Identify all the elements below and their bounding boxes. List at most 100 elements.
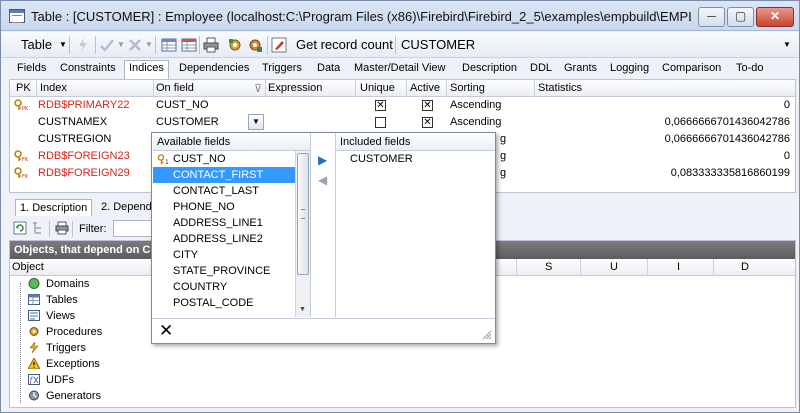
cancel-close-icon[interactable]: ✕ (159, 321, 173, 341)
tab-triggers[interactable]: Triggers (262, 62, 302, 74)
index-statistics: 0 (783, 150, 790, 162)
rollback-cross-icon[interactable] (127, 37, 143, 53)
available-fields-scrollbar[interactable]: ▼ (295, 151, 310, 317)
resize-grip-icon[interactable] (482, 330, 492, 340)
minimize-button[interactable]: ─ (698, 7, 725, 27)
tab-fields[interactable]: Fields (17, 62, 46, 74)
index-sorting: Ascending (450, 116, 502, 128)
toolbar-separator (267, 36, 268, 54)
included-fields-header: Included fields (336, 133, 495, 151)
primary-key-icon: 1 (157, 154, 169, 165)
column-header-d[interactable]: D (741, 261, 749, 273)
column-header-u[interactable]: U (610, 261, 618, 273)
column-header-sorting[interactable]: Sorting (450, 82, 485, 94)
tab-to-do[interactable]: To-do (736, 62, 764, 74)
active-checkbox[interactable]: ✕ (422, 117, 433, 128)
tab-constraints[interactable]: Constraints (60, 62, 116, 74)
scroll-down-arrow-icon[interactable]: ▼ (299, 306, 306, 313)
column-header-s[interactable]: S (545, 261, 552, 273)
filter-label: Filter: (79, 223, 107, 235)
available-field-item[interactable]: PHONE_NO (153, 199, 296, 215)
commit-check-icon[interactable] (99, 37, 115, 53)
column-header-index[interactable]: Index (40, 82, 67, 94)
filter-funnel-icon[interactable]: ⊽ (254, 82, 262, 95)
maximize-button[interactable]: ▢ (727, 7, 754, 27)
column-header-active[interactable]: Active (410, 82, 440, 94)
index-row[interactable]: PK RDB$PRIMARY22 CUST_NO ✕ ✕ Ascending 0 (10, 97, 795, 114)
index-statistics: 0,083333335816860199 (670, 167, 790, 179)
available-field-item[interactable]: ADDRESS_LINE2 (153, 231, 296, 247)
index-row[interactable]: CUSTNAMEX CUSTOMER ▼ ✕ Ascending 0,06666… (10, 114, 795, 131)
available-field-item[interactable]: CITY (153, 247, 296, 263)
unique-checkbox[interactable] (375, 117, 386, 128)
tab-ddl[interactable]: DDL (530, 62, 552, 74)
tab-dependencies[interactable]: Dependencies (179, 62, 249, 74)
print-icon[interactable] (55, 221, 69, 235)
index-sorting: g (500, 133, 507, 145)
toolbar-overflow-chevron-icon[interactable]: ▼ (783, 36, 791, 54)
tree-view-icon[interactable] (31, 221, 45, 235)
move-right-arrow-icon[interactable]: ▶ (318, 153, 327, 167)
available-field-item[interactable]: 1 CUST_NO (153, 151, 296, 167)
available-field-item[interactable]: POSTAL_CODE (153, 295, 296, 311)
table-red-icon[interactable] (181, 37, 197, 53)
grid-icon[interactable] (161, 37, 177, 53)
printer-icon[interactable] (203, 37, 219, 53)
foreign-key-icon: FK (14, 167, 28, 179)
edit-pencil-icon[interactable] (271, 37, 287, 53)
get-record-count-button[interactable]: Get record count (296, 36, 393, 54)
available-fields-header: Available fields (153, 133, 310, 151)
rollback-chevron-down-icon[interactable]: ▼ (145, 36, 153, 54)
available-field-item[interactable]: CONTACT_LAST (153, 183, 296, 199)
index-name: CUSTNAMEX (38, 116, 108, 128)
column-header-unique[interactable]: Unique (360, 82, 395, 94)
subtab-description[interactable]: 1. Description (15, 199, 93, 216)
on-field-combo-value[interactable]: CUSTOMER (156, 116, 219, 128)
column-header-on-field[interactable]: On field (156, 82, 194, 94)
refresh-icon[interactable] (13, 221, 27, 235)
move-left-arrow-icon[interactable]: ◀ (318, 173, 327, 187)
unique-checkbox[interactable]: ✕ (375, 100, 386, 111)
included-fields-pane: Included fields CUSTOMER (335, 133, 495, 317)
recompute-gear-icon[interactable] (247, 37, 263, 53)
available-field-item[interactable]: STATE_PROVINCE (153, 263, 296, 279)
column-separator (516, 259, 517, 276)
commit-chevron-down-icon[interactable]: ▼ (117, 36, 125, 54)
available-field-item[interactable]: ADDRESS_LINE1 (153, 215, 296, 231)
included-field-item[interactable]: CUSTOMER (336, 151, 479, 167)
column-header-statistics[interactable]: Statistics (538, 82, 582, 94)
svg-text:1: 1 (165, 159, 169, 165)
toolbar-separator (72, 221, 73, 237)
column-header-i[interactable]: I (677, 261, 680, 273)
lower-subtabs: 1. Description 2. Depende (9, 199, 159, 218)
tab-data[interactable]: Data (317, 62, 340, 74)
tab-master-detail-view[interactable]: Master/Detail View (354, 62, 446, 74)
svg-text:FK: FK (22, 174, 28, 179)
tab-grants[interactable]: Grants (564, 62, 597, 74)
index-sorting: g (500, 167, 507, 179)
toolbar-separator (199, 36, 200, 54)
lightning-icon[interactable] (75, 37, 91, 53)
subtab-dependencies[interactable]: 2. Depende (101, 201, 158, 213)
tree-guide-line (20, 283, 21, 403)
available-field-item[interactable]: COUNTRY (153, 279, 296, 295)
column-separator (647, 259, 648, 276)
tab-comparison[interactable]: Comparison (662, 62, 721, 74)
on-field-dropdown-button[interactable]: ▼ (248, 114, 264, 130)
table-menu-button[interactable]: Table (21, 36, 52, 54)
column-separator (580, 259, 581, 276)
scrollbar-thumb[interactable] (297, 153, 309, 275)
close-button[interactable]: ✕ (756, 7, 794, 27)
index-statistics: 0 (783, 99, 790, 111)
active-checkbox[interactable]: ✕ (422, 100, 433, 111)
column-header-object[interactable]: Object (12, 261, 44, 273)
compile-gear-icon[interactable] (227, 37, 243, 53)
tab-logging[interactable]: Logging (610, 62, 649, 74)
filter-input[interactable] (113, 220, 153, 237)
available-field-item-selected[interactable]: CONTACT_FIRST (153, 167, 296, 183)
table-menu-chevron-down-icon[interactable]: ▼ (59, 36, 67, 54)
column-header-expression[interactable]: Expression (268, 82, 322, 94)
tab-indices[interactable]: Indices (124, 60, 169, 79)
tab-description[interactable]: Description (462, 62, 517, 74)
column-header-pk[interactable]: PK (16, 82, 31, 94)
